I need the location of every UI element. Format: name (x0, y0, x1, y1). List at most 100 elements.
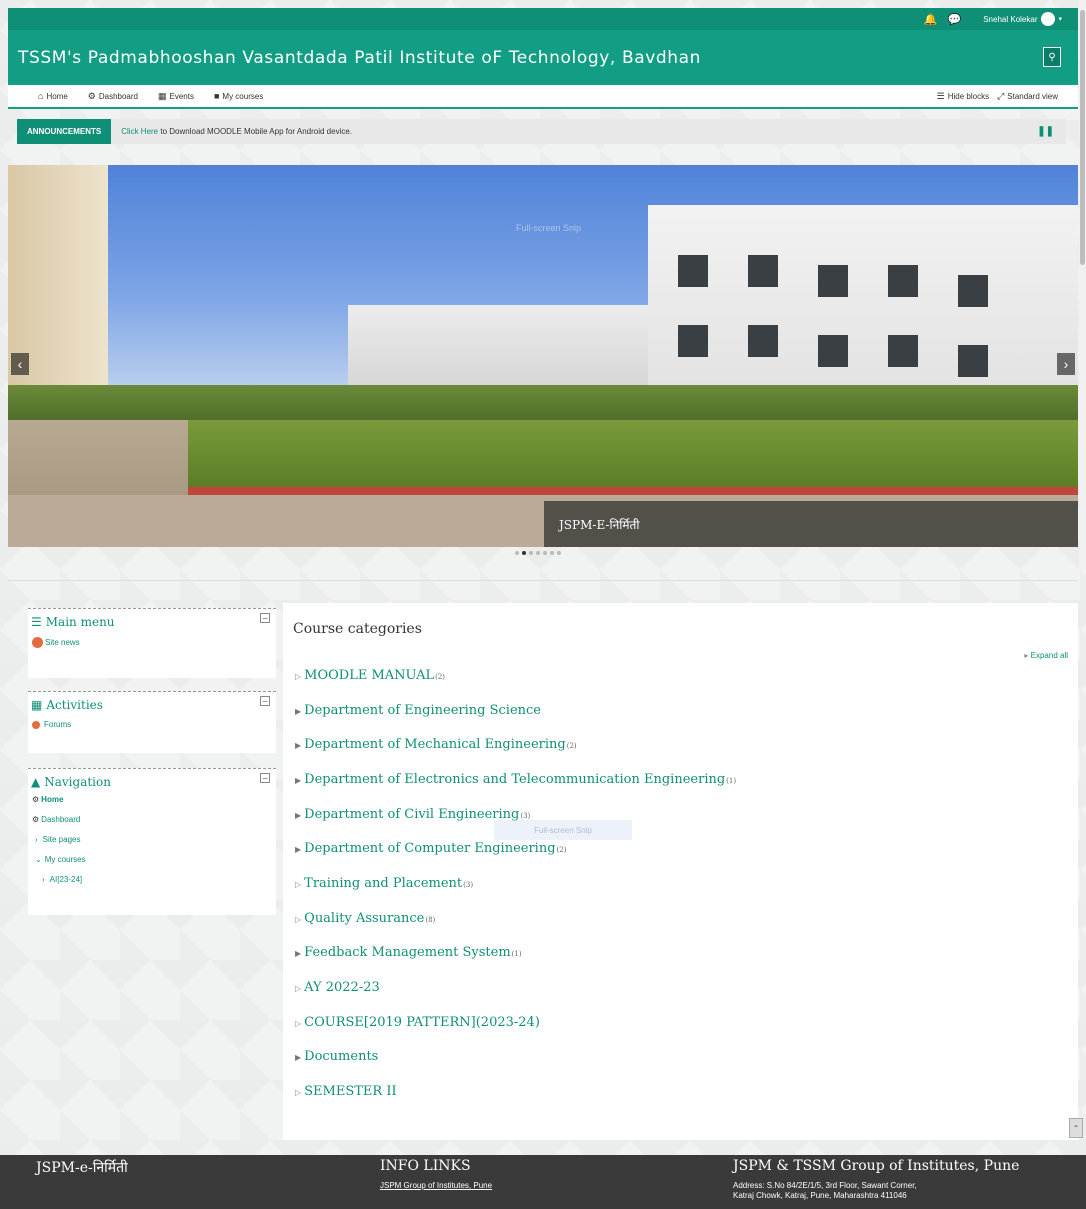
courses-icon: ■ (213, 91, 220, 101)
next-slide-button[interactable]: › (1057, 353, 1075, 375)
category-count: (2) (556, 846, 567, 854)
collapse-button[interactable]: − (260, 773, 270, 783)
item-label: Forums (44, 720, 72, 729)
caret-right-icon: ▶ (295, 707, 302, 716)
scroll-to-top-button[interactable]: ⌃ (1069, 1118, 1083, 1138)
hero-slider: Full-screen Snip JSPM-E-निर्मिती ‹ › (8, 165, 1078, 547)
nav-tree-home[interactable]: ⚙ Home (32, 795, 272, 804)
slider-dot[interactable] (515, 551, 519, 555)
footer-link[interactable]: JSPM Group of Institutes, Pune (380, 1181, 492, 1190)
hide-blocks-button[interactable]: ☰ Hide blocks (937, 91, 989, 102)
footer-heading: INFO LINKS (380, 1158, 471, 1174)
nav-tree-dashboard[interactable]: ⚙ Dashboard (32, 815, 272, 824)
nav-tree-my-courses[interactable]: ⌄ My courses (32, 855, 272, 864)
address-line: Katraj Chowk, Katraj, Pune, Maharashtra … (733, 1191, 907, 1200)
overlay-label: Full-screen Snip (516, 223, 582, 233)
category-name: Training and Placement (304, 876, 463, 891)
avatar[interactable] (1041, 12, 1056, 26)
item-label: My courses (44, 855, 86, 864)
bell-icon[interactable]: 🔔 (924, 13, 938, 26)
block-body: ⚙ Home ⚙ Dashboard › Site pages ⌄ My cou… (28, 789, 276, 901)
block-body: Forums (28, 712, 276, 747)
category-item[interactable]: ▷ Quality Assurance (8) (295, 911, 435, 926)
dashboard-icon: ⚙ (32, 815, 40, 824)
nav-item-my-courses[interactable]: ■ My courses (214, 91, 263, 101)
category-name: Department of Civil Engineering (304, 807, 520, 822)
block-header: ☰ Main menu − (28, 609, 276, 629)
nav-tree-site-pages[interactable]: › Site pages (32, 835, 272, 844)
expand-all-link[interactable]: ▸ Expand all (1024, 651, 1068, 660)
chevron-right-icon: › (35, 835, 38, 844)
pause-icon[interactable]: ❚❚ (1037, 126, 1054, 137)
user-menu[interactable]: Snehal Kolekar ▾ (983, 12, 1062, 26)
nav-label: Home (46, 91, 68, 101)
site-title[interactable]: TSSM's Padmabhooshan Vasantdada Patil In… (18, 48, 701, 68)
page-title: Course categories (293, 621, 422, 637)
nav-label: Dashboard (98, 91, 138, 101)
slider-dot[interactable] (536, 551, 540, 555)
category-item[interactable]: ▷ AY 2022-23 (295, 980, 381, 995)
chevron-down-icon: ⌄ (35, 855, 42, 864)
item-label: Home (41, 795, 64, 804)
footer: JSPM-e-निर्मिती INFO LINKS JSPM Group of… (0, 1155, 1086, 1209)
main-nav: ⌂ Home ⚙ Dashboard ▦ Events ■ My courses… (8, 85, 1078, 109)
slide-caption: JSPM-E-निर्मिती (544, 501, 1078, 547)
category-item[interactable]: ▷ COURSE[2019 PATTERN](2023-24) (295, 1015, 541, 1030)
slider-dot[interactable] (557, 551, 561, 555)
nav-item-dashboard[interactable]: ⚙ Dashboard (88, 91, 138, 102)
category-name: SEMESTER II (304, 1084, 397, 1099)
caret-right-icon: ▶ (295, 949, 302, 958)
nav-tree-course[interactable]: › AI[23-24] (32, 875, 272, 884)
item-label: Site news (45, 638, 80, 647)
announcement-label: ANNOUNCEMENTS (17, 119, 112, 144)
item-label: Site pages (42, 835, 81, 844)
announcement-message: Click Here to Download MOODLE Mobile App… (121, 127, 352, 136)
category-count: (8) (425, 916, 436, 924)
chat-icon[interactable]: 💬 (948, 13, 962, 26)
footer-brand: JSPM-e-निर्मिती (36, 1160, 128, 1176)
list-icon: ☰ (936, 90, 945, 101)
divider (8, 580, 1078, 581)
category-item[interactable]: ▶ Documents (295, 1049, 379, 1064)
list-item[interactable]: Site news (32, 637, 272, 648)
collapse-button[interactable]: − (260, 696, 270, 706)
slider-dot[interactable] (550, 551, 554, 555)
caret-right-icon: ▷ (295, 1088, 302, 1097)
category-item[interactable]: ▶ Feedback Management System (1) (295, 945, 522, 960)
category-item[interactable]: ▷ Training and Placement (3) (295, 876, 473, 891)
list-item[interactable]: Forums (32, 720, 272, 729)
prev-slide-button[interactable]: ‹ (11, 353, 29, 375)
block-title: Navigation (44, 775, 111, 789)
chevron-right-icon: › (1063, 356, 1069, 372)
slider-dot[interactable] (529, 551, 533, 555)
user-name: Snehal Kolekar (983, 14, 1038, 24)
nav-item-home[interactable]: ⌂ Home (38, 91, 68, 101)
expand-all-label: Expand all (1030, 651, 1068, 660)
search-button[interactable]: ⚲ (1043, 47, 1061, 67)
caret-right-icon: ▶ (295, 776, 302, 785)
block-title: Main menu (45, 615, 115, 629)
scrollbar-thumb[interactable] (1080, 10, 1085, 265)
caret-right-icon: ▸ (1024, 651, 1029, 660)
category-item[interactable]: ▷ SEMESTER II (295, 1084, 398, 1099)
category-count: (3) (463, 881, 474, 889)
caret-down-icon: ▾ (1058, 16, 1062, 23)
category-name: AY 2022-23 (304, 980, 380, 995)
announcement-link[interactable]: Click Here (121, 127, 158, 136)
standard-view-button[interactable]: ⤢ Standard view (997, 91, 1058, 102)
category-item[interactable]: ▷ MOODLE MANUAL (2) (295, 668, 445, 683)
nav-item-events[interactable]: ▦ Events (158, 91, 194, 102)
category-item[interactable]: ▶ Department of Engineering Science (295, 703, 542, 718)
page-scrollbar[interactable] (1079, 0, 1086, 570)
main-menu-block: ☰ Main menu − Site news (28, 608, 276, 678)
category-name: Department of Engineering Science (304, 703, 541, 718)
slider-dot-active[interactable] (522, 551, 526, 555)
chevron-up-icon: ⌃ (1072, 1123, 1080, 1133)
resize-icon: ⤢ (997, 90, 1005, 101)
slider-dot[interactable] (543, 551, 547, 555)
category-item[interactable]: ▶ Department of Computer Engineering (2) (295, 841, 566, 856)
collapse-button[interactable]: − (260, 613, 270, 623)
category-item[interactable]: ▶ Department of Electronics and Telecomm… (295, 772, 736, 787)
caret-right-icon: ▷ (295, 672, 302, 681)
category-item[interactable]: ▶ Department of Mechanical Engineering (… (295, 737, 577, 752)
